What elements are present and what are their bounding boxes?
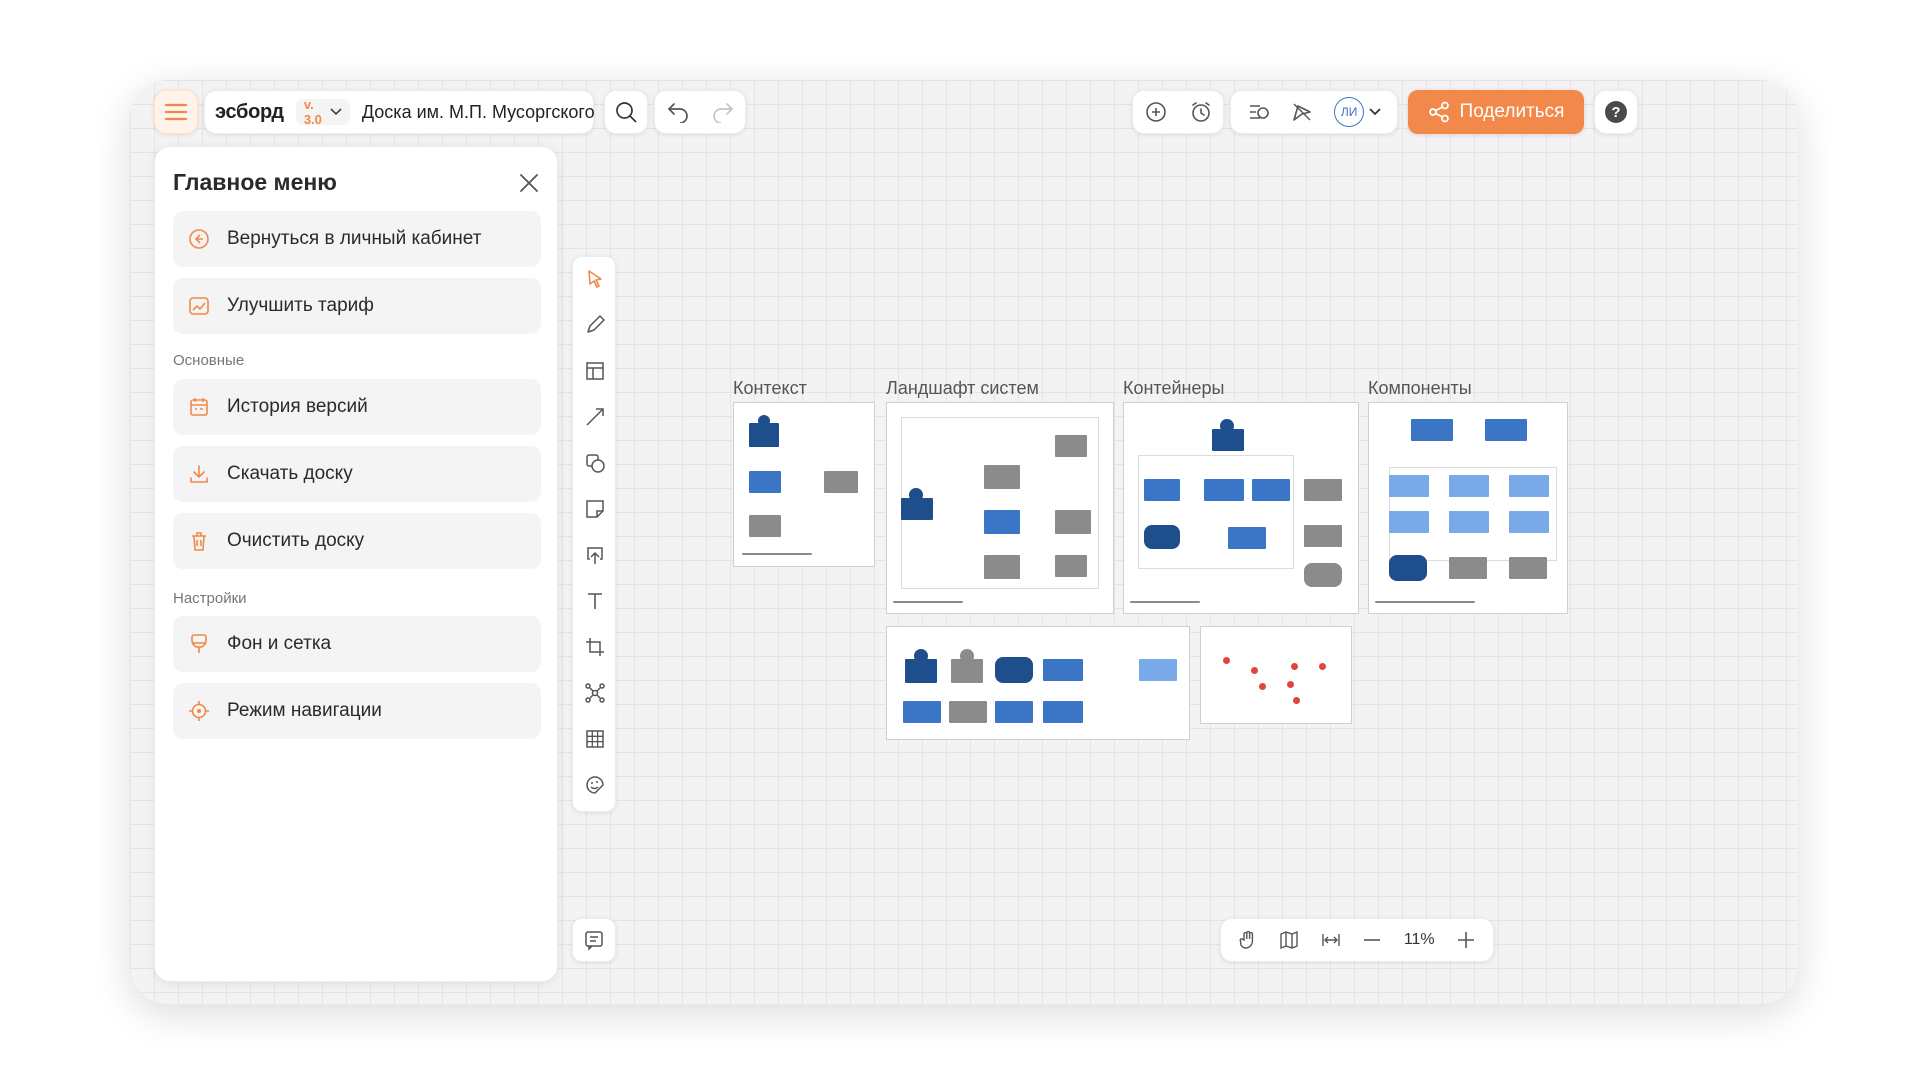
collab-group: ЛИ	[1230, 90, 1398, 134]
main-menu-panel: Главное меню Вернуться в личный кабинет …	[154, 146, 558, 982]
zoom-out-icon[interactable]	[1362, 930, 1382, 950]
cursor-icon	[584, 268, 606, 290]
share-button[interactable]: Поделиться	[1408, 90, 1584, 134]
frame-how-to-add-links[interactable]	[1200, 626, 1352, 724]
frame-title-containers[interactable]: Контейнеры	[1123, 378, 1224, 399]
shapes-tool[interactable]	[573, 441, 617, 485]
frame-context[interactable]	[733, 402, 875, 567]
notes-icon	[583, 929, 605, 951]
help-icon: ?	[1605, 101, 1627, 123]
zoom-level[interactable]: 11%	[1404, 931, 1435, 949]
menu-item-label: Фон и сетка	[227, 633, 332, 654]
table-icon	[584, 728, 606, 750]
sticker-icon	[584, 774, 606, 796]
menu-item-label: Скачать доску	[227, 463, 353, 484]
arrow-line-icon	[584, 406, 606, 428]
table-tool[interactable]	[573, 717, 617, 761]
frame-landscape[interactable]	[886, 402, 1114, 614]
chevron-down-icon	[330, 108, 342, 116]
crop-icon	[584, 636, 606, 658]
add-comment-icon[interactable]	[1144, 100, 1168, 124]
menu-item-version-history[interactable]: История версий	[173, 379, 541, 435]
notes-button[interactable]	[572, 918, 616, 962]
sticky-note-icon	[584, 498, 606, 520]
menu-item-label: Улучшить тариф	[227, 295, 374, 316]
main-menu-title: Главное меню	[173, 169, 337, 195]
menu-item-back-to-cabinet[interactable]: Вернуться в личный кабинет	[173, 211, 541, 267]
arrow-left-circle-icon	[187, 227, 211, 251]
section-label-main: Основные	[173, 352, 245, 369]
menu-item-background-grid[interactable]: Фон и сетка	[173, 616, 541, 672]
frame-containers[interactable]	[1123, 402, 1359, 614]
chart-upgrade-icon	[187, 294, 211, 318]
menu-item-upgrade-plan[interactable]: Улучшить тариф	[173, 278, 541, 334]
text-tool[interactable]	[573, 579, 617, 623]
menu-item-download-board[interactable]: Скачать доску	[173, 446, 541, 502]
trash-icon	[187, 529, 211, 553]
frame-title-context[interactable]: Контекст	[733, 378, 807, 399]
avatar: ЛИ	[1334, 97, 1365, 127]
share-label: Поделиться	[1459, 101, 1565, 122]
target-icon	[187, 699, 211, 723]
mindmap-tool[interactable]	[573, 671, 617, 715]
frame-elements-legend[interactable]	[886, 626, 1190, 740]
zoom-controls: 11%	[1220, 918, 1494, 962]
crop-tool[interactable]	[573, 625, 617, 669]
board-header: эсборд v. 3.0 Доска им. М.П. Мусоргского	[204, 90, 595, 134]
section-label-settings: Настройки	[173, 590, 247, 607]
download-icon	[187, 462, 211, 486]
menu-item-clear-board[interactable]: Очистить доску	[173, 513, 541, 569]
search-icon	[614, 100, 638, 124]
tool-palette	[572, 256, 616, 812]
board-name[interactable]: Доска им. М.П. Мусоргского	[362, 102, 595, 123]
fit-width-icon[interactable]	[1321, 930, 1341, 950]
comments-timer-group	[1132, 90, 1224, 134]
undo-icon[interactable]	[666, 101, 690, 123]
mindmap-icon	[584, 682, 606, 704]
version-label: v. 3.0	[303, 97, 322, 127]
pencil-icon	[584, 314, 606, 336]
hand-icon[interactable]	[1238, 930, 1258, 950]
shapes-icon	[584, 452, 606, 474]
close-menu-button[interactable]	[511, 165, 547, 201]
sticky-note-tool[interactable]	[573, 487, 617, 531]
menu-item-navigation-mode[interactable]: Режим навигации	[173, 683, 541, 739]
zoom-in-icon[interactable]	[1456, 930, 1476, 950]
menu-toggle-button[interactable]	[154, 90, 198, 134]
user-avatar-menu[interactable]: ЛИ	[1334, 97, 1381, 127]
menu-item-label: Вернуться в личный кабинет	[227, 228, 482, 249]
search-button[interactable]	[604, 90, 648, 134]
history-controls	[654, 90, 746, 134]
menu-item-label: История версий	[227, 396, 368, 417]
line-tool[interactable]	[573, 395, 617, 439]
pen-tool[interactable]	[573, 303, 617, 347]
follow-cursor-icon[interactable]	[1290, 100, 1314, 124]
menu-item-label: Очистить доску	[227, 530, 365, 551]
minimap-icon[interactable]	[1279, 930, 1299, 950]
version-selector[interactable]: v. 3.0	[295, 97, 350, 127]
paint-roller-icon	[187, 632, 211, 656]
close-icon	[519, 173, 539, 193]
board-viewport[interactable]: эсборд v. 3.0 Доска им. М.П. Мусоргского	[130, 80, 1798, 1004]
hamburger-icon	[165, 103, 187, 121]
frame-tool[interactable]	[573, 349, 617, 393]
menu-item-label: Режим навигации	[227, 700, 382, 721]
help-button[interactable]: ?	[1594, 90, 1638, 134]
text-icon	[584, 590, 606, 612]
frame-components[interactable]	[1368, 402, 1568, 614]
share-icon	[1428, 101, 1450, 123]
upload-tool[interactable]	[573, 533, 617, 577]
brand-logo: эсборд	[215, 100, 284, 123]
calendar-history-icon	[187, 395, 211, 419]
presentation-icon[interactable]	[1247, 100, 1271, 124]
layout-icon	[584, 360, 606, 382]
select-tool[interactable]	[573, 257, 617, 301]
frame-title-landscape[interactable]: Ландшафт систем	[886, 378, 1039, 399]
timer-icon[interactable]	[1189, 100, 1213, 124]
chevron-down-icon	[1369, 108, 1381, 116]
frame-title-components[interactable]: Компоненты	[1368, 378, 1472, 399]
redo-icon[interactable]	[711, 101, 735, 123]
upload-icon	[584, 544, 606, 566]
stickers-tool[interactable]	[573, 763, 617, 807]
